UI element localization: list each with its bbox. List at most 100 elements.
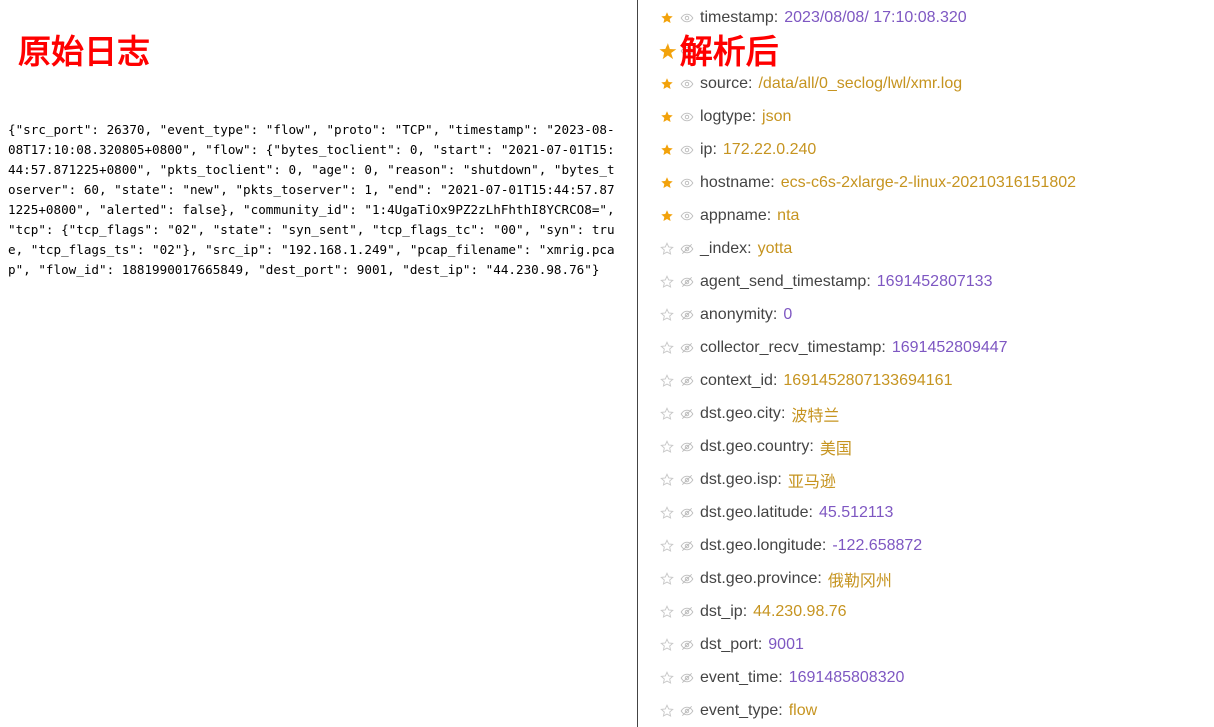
star-outline-icon[interactable] [660, 571, 674, 586]
field-value[interactable]: /data/all/0_seclog/lwl/xmr.log [758, 75, 962, 93]
eye-off-icon[interactable] [680, 341, 694, 355]
star-outline-icon[interactable] [660, 505, 674, 520]
field-key[interactable]: hostname [700, 174, 770, 192]
field-row: collector_recv_timestamp:1691452809447 [660, 331, 1214, 364]
star-filled-icon[interactable] [660, 110, 674, 124]
field-key[interactable]: event_type [700, 702, 778, 720]
field-value[interactable]: ecs-c6s-2xlarge-2-linux-20210316151802 [781, 174, 1076, 192]
star-outline-icon[interactable] [660, 406, 674, 421]
eye-off-icon[interactable] [680, 605, 694, 619]
field-key[interactable]: dst_port [700, 636, 758, 654]
eye-off-icon[interactable] [680, 407, 694, 421]
star-outline-icon[interactable] [660, 340, 674, 355]
field-key[interactable]: event_time [700, 669, 778, 687]
eye-off-icon[interactable] [680, 638, 694, 652]
eye-icon[interactable] [680, 11, 694, 25]
eye-off-icon[interactable] [680, 473, 694, 487]
field-value[interactable]: 2023/08/08/ 17:10:08.320 [784, 9, 966, 27]
field-key[interactable]: anonymity [700, 306, 773, 324]
field-value[interactable]: -122.658872 [832, 537, 922, 555]
eye-icon[interactable] [680, 77, 694, 91]
field-value[interactable]: 美国 [820, 435, 852, 459]
field-key[interactable]: _index [700, 240, 747, 258]
eye-icon[interactable] [680, 143, 694, 157]
star-outline-icon[interactable] [660, 670, 674, 685]
field-row: dst_ip:44.230.98.76 [660, 595, 1214, 628]
field-row: timestamp:2023/08/08/ 17:10:08.320 [660, 1, 1214, 34]
field-separator: : [748, 74, 753, 92]
eye-off-icon[interactable] [680, 671, 694, 685]
eye-off-icon[interactable] [680, 242, 694, 256]
field-value[interactable]: 1691485808320 [789, 669, 905, 687]
field-key[interactable]: timestamp [700, 9, 774, 27]
field-separator: : [773, 8, 779, 26]
star-outline-icon[interactable] [660, 373, 674, 388]
field-key[interactable]: collector_recv_timestamp [700, 339, 881, 357]
field-value[interactable]: json [762, 108, 791, 126]
star-outline-icon[interactable] [660, 637, 674, 652]
star-filled-icon[interactable] [660, 143, 674, 157]
field-separator: : [772, 371, 778, 389]
field-row: event_type: flow [660, 694, 1214, 727]
eye-off-icon[interactable] [680, 440, 694, 454]
field-separator: : [742, 602, 748, 620]
field-value[interactable]: 9001 [768, 636, 804, 654]
field-row: hostname: ecs-c6s-2xlarge-2-linux-2021031… [660, 166, 1214, 199]
field-row: logtype: json [660, 100, 1214, 133]
field-key[interactable]: dst.geo.city [700, 405, 781, 423]
eye-off-icon[interactable] [680, 704, 694, 718]
eye-icon[interactable] [680, 44, 694, 58]
star-outline-icon[interactable] [660, 307, 674, 322]
field-value[interactable]: 俄勒冈州 [828, 567, 892, 591]
star-filled-icon[interactable] [660, 11, 674, 25]
field-key[interactable]: dst.geo.province [700, 570, 817, 588]
star-outline-icon[interactable] [660, 241, 674, 256]
star-filled-icon[interactable] [660, 176, 674, 190]
eye-off-icon[interactable] [680, 275, 694, 289]
field-key[interactable]: dst_ip [700, 603, 743, 621]
parsed-field-list: timestamp:2023/08/08/ 17:10:08.320 source… [660, 1, 1214, 727]
star-outline-icon[interactable] [660, 472, 674, 487]
eye-icon[interactable] [680, 110, 694, 124]
eye-off-icon[interactable] [680, 539, 694, 553]
field-value[interactable]: nta [777, 207, 799, 225]
field-key[interactable]: source [700, 75, 748, 93]
field-value[interactable]: 172.22.0.240 [723, 141, 816, 159]
eye-off-icon[interactable] [680, 374, 694, 388]
eye-icon[interactable] [680, 209, 694, 223]
field-key[interactable]: dst.geo.latitude [700, 504, 809, 522]
field-key[interactable]: logtype [700, 108, 752, 126]
star-outline-icon[interactable] [660, 439, 674, 454]
eye-off-icon[interactable] [680, 506, 694, 520]
eye-icon[interactable] [680, 176, 694, 190]
field-value[interactable]: 0 [783, 306, 792, 324]
field-key[interactable]: dst.geo.longitude [700, 537, 822, 555]
field-value[interactable]: 1691452807133694161 [783, 372, 952, 390]
star-outline-icon[interactable] [660, 604, 674, 619]
star-filled-icon[interactable] [660, 44, 674, 58]
star-outline-icon[interactable] [660, 703, 674, 718]
field-value[interactable]: 亚马逊 [788, 468, 836, 492]
field-value[interactable]: flow [789, 702, 817, 720]
star-filled-icon[interactable] [660, 209, 674, 223]
field-separator: : [778, 668, 783, 686]
field-value[interactable]: 波特兰 [791, 402, 839, 426]
field-key[interactable]: dst.geo.isp [700, 471, 777, 489]
field-key[interactable]: dst.geo.country [700, 438, 809, 456]
star-outline-icon[interactable] [660, 538, 674, 553]
field-key[interactable]: agent_send_timestamp [700, 273, 866, 291]
field-separator: : [808, 503, 813, 521]
star-outline-icon[interactable] [660, 274, 674, 289]
star-filled-icon[interactable] [660, 77, 674, 91]
field-value[interactable]: 44.230.98.76 [753, 603, 846, 621]
field-value[interactable]: 1691452807133 [877, 273, 993, 291]
field-value[interactable]: 45.512113 [819, 504, 893, 522]
field-value[interactable]: 1691452809447 [892, 339, 1008, 357]
field-key[interactable]: context_id [700, 372, 773, 390]
field-key[interactable]: appname [700, 207, 767, 225]
eye-off-icon[interactable] [680, 572, 694, 586]
eye-off-icon[interactable] [680, 308, 694, 322]
field-value[interactable]: yotta [758, 240, 793, 258]
field-separator: : [866, 272, 871, 290]
field-key[interactable]: ip [700, 141, 712, 159]
